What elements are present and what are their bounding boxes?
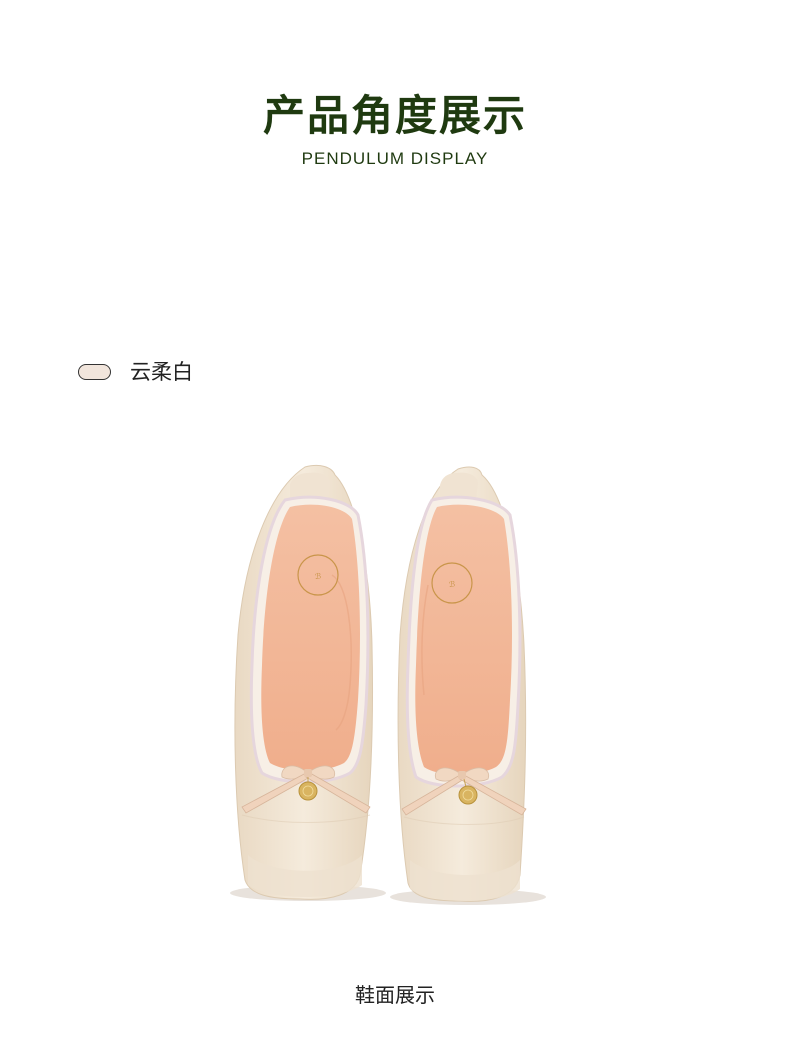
image-caption: 鞋面展示 [355, 983, 435, 1007]
svg-text:ℬ: ℬ [315, 572, 321, 581]
shoe-pair-image: ℬ ℬ [230, 464, 546, 905]
right-shoe: ℬ [390, 466, 546, 905]
section-subtitle: PENDULUM DISPLAY [301, 149, 489, 168]
color-swatch [78, 364, 111, 380]
svg-text:ℬ: ℬ [449, 580, 455, 589]
color-name: 云柔白 [130, 360, 193, 384]
section-title: 产品角度展示 [262, 91, 527, 140]
left-shoe: ℬ [230, 464, 386, 901]
